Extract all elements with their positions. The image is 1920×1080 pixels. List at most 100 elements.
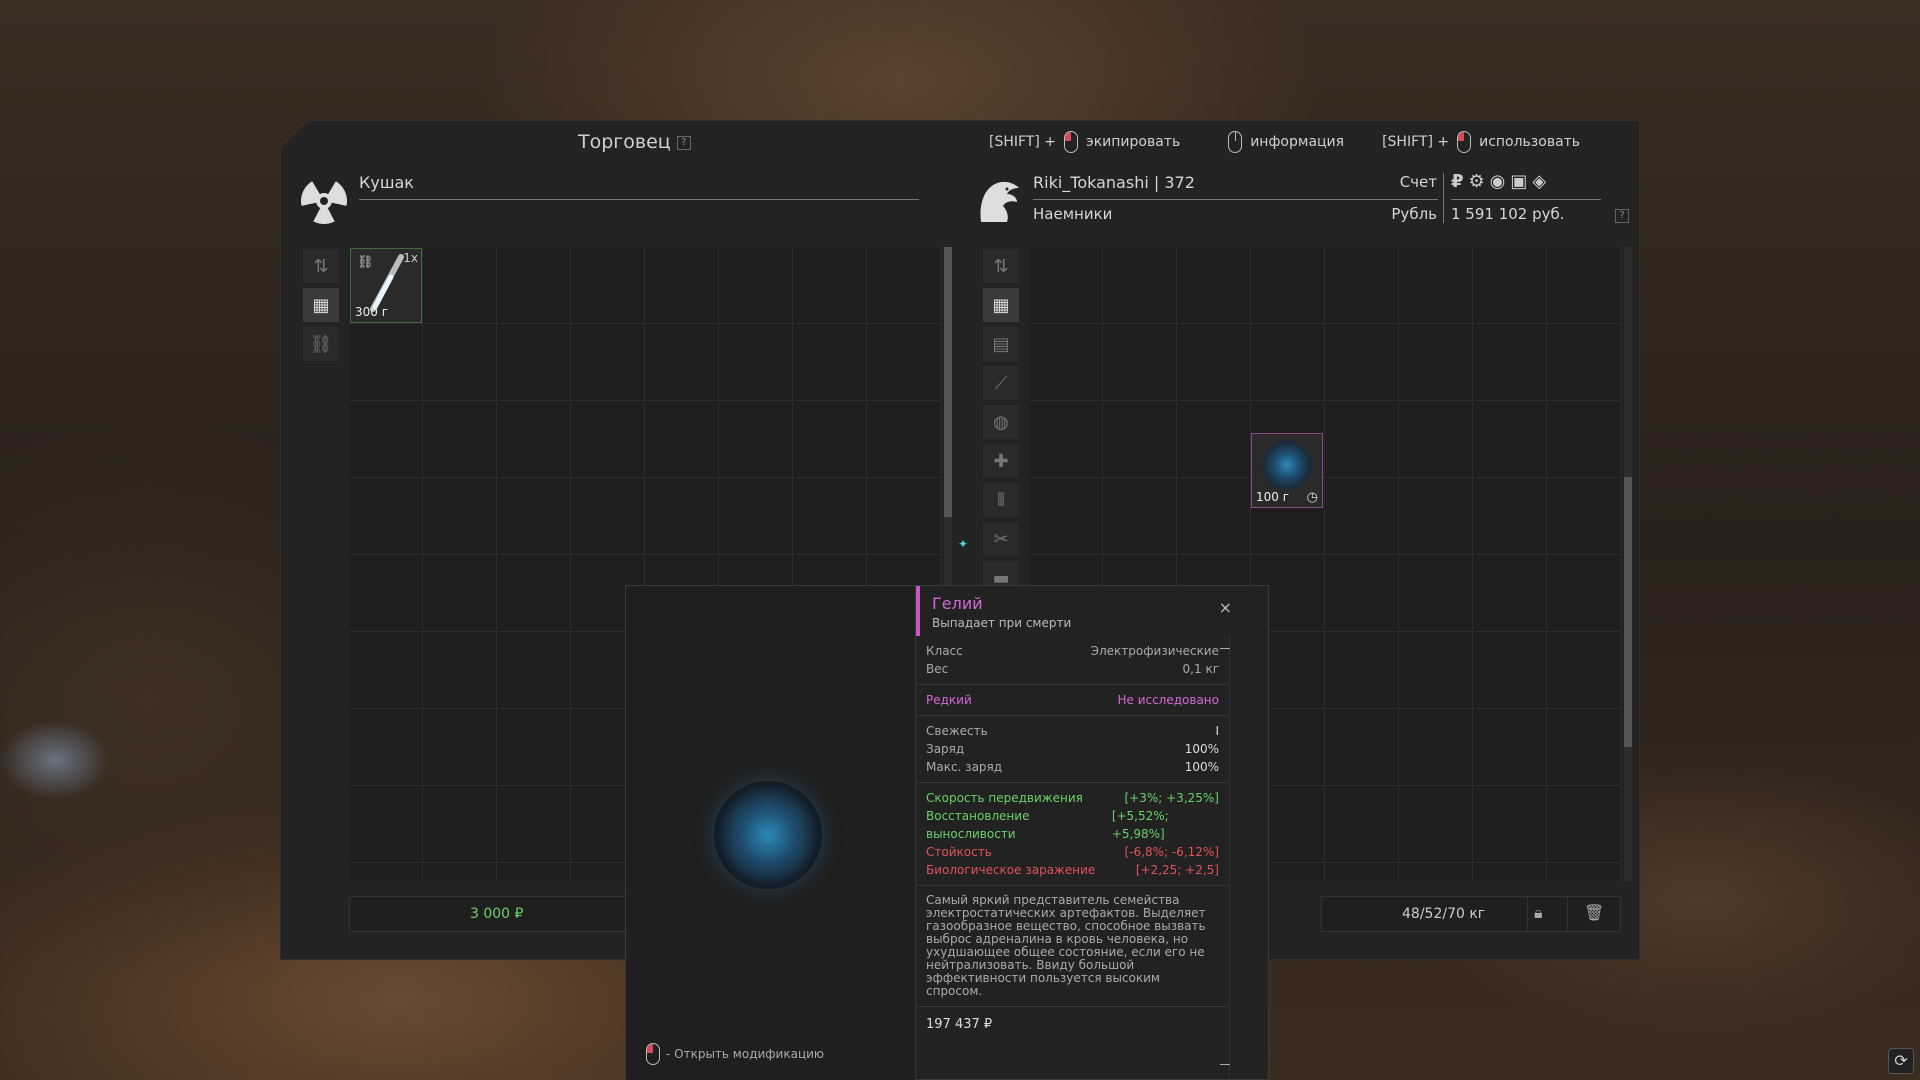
sort-icon[interactable]: ⇅ (983, 249, 1019, 283)
inventory-cell[interactable] (719, 401, 793, 478)
inventory-cell[interactable] (497, 863, 571, 881)
inventory-cell[interactable] (1399, 324, 1473, 401)
inventory-cell[interactable] (1399, 786, 1473, 863)
inventory-cell[interactable] (1177, 247, 1251, 324)
inventory-cell[interactable] (1547, 555, 1621, 632)
inventory-cell[interactable] (1103, 478, 1177, 555)
inventory-cell[interactable] (719, 247, 793, 324)
inventory-cell[interactable] (571, 478, 645, 555)
inventory-cell[interactable] (719, 324, 793, 401)
inventory-cell[interactable] (867, 401, 941, 478)
trash-icon[interactable]: 🗑︎ (1584, 903, 1604, 922)
inventory-cell[interactable] (1547, 632, 1621, 709)
inventory-cell[interactable] (1399, 247, 1473, 324)
inventory-cell[interactable] (1325, 709, 1399, 786)
trader-scroll-thumb[interactable] (944, 247, 952, 517)
inventory-cell[interactable] (1251, 247, 1325, 324)
player-item-artifact[interactable]: 100 г ◷ (1251, 433, 1323, 508)
armor-icon[interactable]: ▤ (983, 327, 1019, 361)
inventory-cell[interactable] (423, 324, 497, 401)
inventory-cell[interactable] (1029, 401, 1103, 478)
trader-item-syringe[interactable]: ⛓ 1x 300 г (350, 248, 422, 323)
inventory-cell[interactable] (1473, 324, 1547, 401)
inventory-cell[interactable] (423, 478, 497, 555)
inventory-cell[interactable] (645, 401, 719, 478)
sort-icon[interactable]: ⇅ (303, 249, 339, 283)
inventory-cell[interactable] (1399, 632, 1473, 709)
scroll-up-icon[interactable] (1220, 648, 1230, 649)
inventory-cell[interactable] (1473, 709, 1547, 786)
inventory-cell[interactable] (497, 709, 571, 786)
inventory-cell[interactable] (719, 478, 793, 555)
open-modification-hint[interactable]: - Открыть модификацию (646, 1043, 824, 1065)
inventory-cell[interactable] (1547, 863, 1621, 881)
inventory-cell[interactable] (1399, 478, 1473, 555)
inventory-cell[interactable] (1547, 401, 1621, 478)
inventory-cell[interactable] (1251, 324, 1325, 401)
inventory-cell[interactable] (1399, 709, 1473, 786)
ticket-icon[interactable]: ◈ (1532, 171, 1546, 192)
inventory-cell[interactable] (1473, 863, 1547, 881)
inventory-cell[interactable] (867, 324, 941, 401)
inventory-cell[interactable] (497, 786, 571, 863)
inventory-cell[interactable] (497, 632, 571, 709)
inventory-cell[interactable] (645, 247, 719, 324)
inventory-cell[interactable] (349, 401, 423, 478)
inventory-cell[interactable] (497, 324, 571, 401)
inventory-cell[interactable] (349, 324, 423, 401)
inventory-cell[interactable] (1325, 786, 1399, 863)
inventory-cell[interactable] (1325, 247, 1399, 324)
inventory-cell[interactable] (1547, 786, 1621, 863)
inventory-cell[interactable] (793, 324, 867, 401)
help-icon[interactable]: ? (676, 135, 691, 150)
inventory-cell[interactable] (1103, 324, 1177, 401)
rifle-icon[interactable]: ⟋ (983, 366, 1019, 400)
inventory-cell[interactable] (1325, 632, 1399, 709)
inventory-cell[interactable] (1399, 555, 1473, 632)
gear-currency-icon[interactable]: ⚙ (1469, 171, 1485, 192)
inventory-cell[interactable] (1177, 401, 1251, 478)
grid-view-icon[interactable]: ▦ (983, 288, 1019, 322)
inventory-cell[interactable] (1473, 478, 1547, 555)
close-icon[interactable]: × (1219, 598, 1232, 617)
inventory-cell[interactable] (645, 478, 719, 555)
inventory-cell[interactable] (1547, 324, 1621, 401)
inventory-cell[interactable] (1325, 478, 1399, 555)
token-icon[interactable]: ▣ (1510, 171, 1527, 192)
inventory-cell[interactable] (1029, 247, 1103, 324)
inventory-cell[interactable] (1325, 401, 1399, 478)
inventory-cell[interactable] (1473, 786, 1547, 863)
inventory-cell[interactable] (1399, 401, 1473, 478)
inventory-cell[interactable] (1473, 401, 1547, 478)
grid-view-icon[interactable]: ▦ (303, 288, 339, 322)
player-scroll-thumb[interactable] (1624, 477, 1632, 747)
player-scrollbar[interactable] (1624, 247, 1632, 881)
inventory-cell[interactable] (1177, 324, 1251, 401)
refresh-icon[interactable]: ⟳ (1888, 1048, 1914, 1074)
inventory-cell[interactable] (423, 863, 497, 881)
tooltip-scrollbar[interactable] (1210, 636, 1240, 1080)
inventory-cell[interactable] (867, 478, 941, 555)
inventory-cell[interactable] (1103, 401, 1177, 478)
tools-icon[interactable]: ✂ (983, 522, 1019, 556)
inventory-cell[interactable] (497, 478, 571, 555)
inventory-cell[interactable] (349, 478, 423, 555)
inventory-cell[interactable] (1325, 555, 1399, 632)
help-icon[interactable]: ? (1615, 209, 1629, 223)
inventory-cell[interactable] (497, 555, 571, 632)
ruble-icon[interactable]: ₽ (1451, 171, 1464, 192)
inventory-cell[interactable] (1325, 863, 1399, 881)
inventory-cell[interactable] (349, 555, 423, 632)
inventory-cell[interactable] (1473, 555, 1547, 632)
inventory-cell[interactable] (645, 324, 719, 401)
medkit-icon[interactable]: ✚ (983, 444, 1019, 478)
inventory-cell[interactable] (793, 478, 867, 555)
inventory-cell[interactable] (1177, 478, 1251, 555)
inventory-cell[interactable] (497, 401, 571, 478)
inventory-cell[interactable] (1473, 247, 1547, 324)
inventory-cell[interactable] (571, 401, 645, 478)
inventory-cell[interactable] (1547, 247, 1621, 324)
inventory-cell[interactable] (793, 247, 867, 324)
inventory-cell[interactable] (1473, 632, 1547, 709)
scroll-down-icon[interactable] (1220, 1064, 1230, 1065)
